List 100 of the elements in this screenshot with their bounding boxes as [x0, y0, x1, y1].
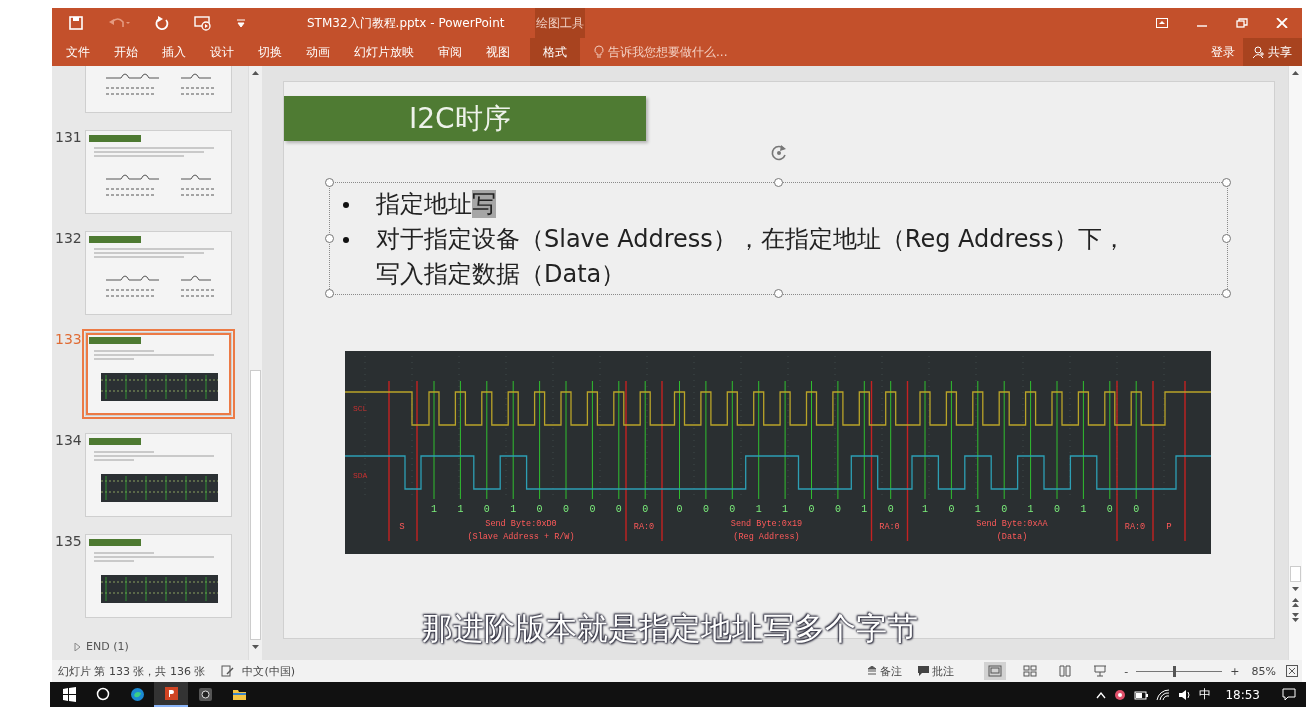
bullet-dot — [343, 237, 349, 243]
ribbon-tab[interactable]: 审阅 — [426, 38, 474, 66]
slider-thumb[interactable] — [1173, 665, 1177, 677]
ribbon-tab[interactable]: 幻灯片放映 — [342, 38, 426, 66]
next-slide-icon[interactable] — [1291, 610, 1300, 624]
comment-icon — [918, 666, 930, 676]
comments-button[interactable]: 批注 — [918, 663, 955, 679]
reading-view-icon — [1058, 665, 1073, 677]
slide-thumbnail[interactable] — [86, 232, 231, 314]
ribbon-display-icon[interactable] — [1156, 18, 1168, 28]
ribbon-tab[interactable]: 格式 — [530, 38, 580, 66]
sorter-view-icon — [1023, 665, 1038, 677]
clock[interactable]: 18:53 — [1225, 687, 1260, 702]
battery-icon[interactable] — [1134, 689, 1149, 700]
resize-handle[interactable] — [773, 178, 783, 187]
scrollbar-thumb[interactable] — [1290, 566, 1301, 582]
ribbon-tab[interactable]: 视图 — [474, 38, 522, 66]
ack-label: RA:0 — [879, 522, 900, 532]
bullet-text: 对于指定设备（Slave Address），在指定地址（Reg Address）下， — [376, 224, 1126, 255]
resize-handle[interactable] — [1222, 233, 1231, 243]
slide-number: 132 — [54, 231, 83, 248]
slide-thumbnail[interactable] — [86, 66, 231, 112]
folder-icon — [231, 687, 247, 702]
bit-value: 0 — [702, 504, 709, 515]
bit-value: 1 — [782, 504, 789, 515]
byte-label: (Reg Address) — [733, 532, 800, 542]
zoom-out-button[interactable]: - — [1124, 664, 1129, 678]
taskbar-button[interactable] — [154, 682, 188, 707]
slide-thumbnail[interactable] — [86, 131, 231, 213]
lightbulb-icon — [594, 45, 604, 59]
spelling-check-icon[interactable] — [221, 665, 235, 677]
notification-icon[interactable] — [1282, 688, 1296, 701]
notes-button[interactable]: 备注 — [867, 663, 903, 679]
bit-value: 1 — [1027, 504, 1034, 515]
bit-value: 0 — [676, 504, 683, 515]
windows-icon — [61, 687, 77, 702]
ribbon-tab[interactable]: 开始 — [102, 38, 150, 66]
zoom-in-button[interactable]: + — [1230, 664, 1240, 678]
byte-label: (Data) — [996, 532, 1028, 542]
resize-handle[interactable] — [325, 233, 334, 243]
window-title: STM32入门教程.pptx - PowerPoint — [307, 14, 506, 32]
ribbon-tab[interactable]: 切换 — [246, 38, 294, 66]
bit-value: 1 — [861, 504, 868, 515]
slide-number: 134 — [54, 433, 83, 450]
bit-value: 0 — [1001, 504, 1008, 515]
bit-value: 0 — [948, 504, 955, 515]
language-label[interactable]: 中文(中国) — [242, 663, 296, 679]
sign-in-link[interactable]: 登录 — [1211, 43, 1235, 61]
bit-value: 0 — [615, 504, 622, 515]
resize-handle[interactable] — [1222, 289, 1231, 298]
ribbon-tab[interactable]: 动画 — [294, 38, 342, 66]
ribbon-tab[interactable]: 插入 — [150, 38, 198, 66]
fit-to-window-icon[interactable] — [1286, 665, 1298, 677]
bit-value: 0 — [589, 504, 596, 515]
previous-slide-icon[interactable] — [1291, 596, 1300, 610]
bit-value: 1 — [431, 504, 437, 515]
save-icon[interactable] — [68, 15, 84, 31]
share-button[interactable]: 共享 — [1243, 38, 1302, 66]
wifi-icon[interactable] — [1156, 688, 1171, 701]
video-subtitle: 那进阶版本就是指定地址写多个字节 — [422, 609, 918, 648]
redo-icon[interactable] — [154, 15, 170, 31]
presentation-app-icon — [163, 686, 179, 701]
bullet-dot — [343, 202, 349, 208]
resize-handle[interactable] — [773, 289, 783, 298]
start-label: S — [399, 522, 405, 532]
section-header[interactable]: END (1) — [74, 640, 248, 653]
rotate-handle-icon[interactable] — [769, 143, 789, 163]
ribbon-tab[interactable]: 文件 — [54, 38, 102, 66]
view-button[interactable] — [984, 662, 1007, 680]
ribbon-tab[interactable]: 设计 — [198, 38, 246, 66]
restore-icon[interactable] — [1236, 18, 1248, 28]
resize-handle[interactable] — [1222, 178, 1231, 187]
bullet-text: 写入指定数据（Data） — [376, 259, 627, 290]
zoom-level[interactable]: 85% — [1251, 664, 1276, 678]
notes-icon — [867, 666, 878, 676]
resize-handle[interactable] — [325, 289, 334, 298]
slide-number: 131 — [54, 130, 83, 147]
normal-view-icon — [988, 665, 1003, 677]
close-icon[interactable] — [1276, 18, 1288, 28]
slideshow-icon[interactable] — [194, 15, 212, 31]
bit-value: 1 — [755, 504, 762, 515]
slideshow-view-icon — [1093, 665, 1108, 677]
volume-icon[interactable] — [1178, 688, 1192, 701]
bit-value: 0 — [1106, 504, 1113, 515]
chevron-up-icon[interactable] — [1096, 690, 1107, 699]
ack-label: RA:0 — [1124, 522, 1146, 532]
camera-icon — [197, 687, 213, 702]
tell-me-field[interactable]: 告诉我您想要做什么... — [594, 38, 728, 66]
byte-label: Send Byte:0xAA — [976, 519, 1048, 529]
input-method-indicator[interactable]: 中 — [1199, 686, 1212, 703]
customize-icon[interactable] — [236, 18, 246, 28]
scrollbar-thumb[interactable] — [250, 370, 261, 640]
bit-value: 0 — [887, 504, 894, 515]
bit-value: 0 — [729, 504, 736, 515]
slide-thumbnail[interactable] — [86, 434, 231, 516]
slide-thumbnail[interactable] — [86, 535, 231, 617]
bit-value: 1 — [922, 504, 928, 515]
resize-handle[interactable] — [325, 178, 334, 187]
slide-number: 133 — [54, 332, 83, 349]
byte-label: (Slave Address + R/W) — [467, 532, 575, 542]
